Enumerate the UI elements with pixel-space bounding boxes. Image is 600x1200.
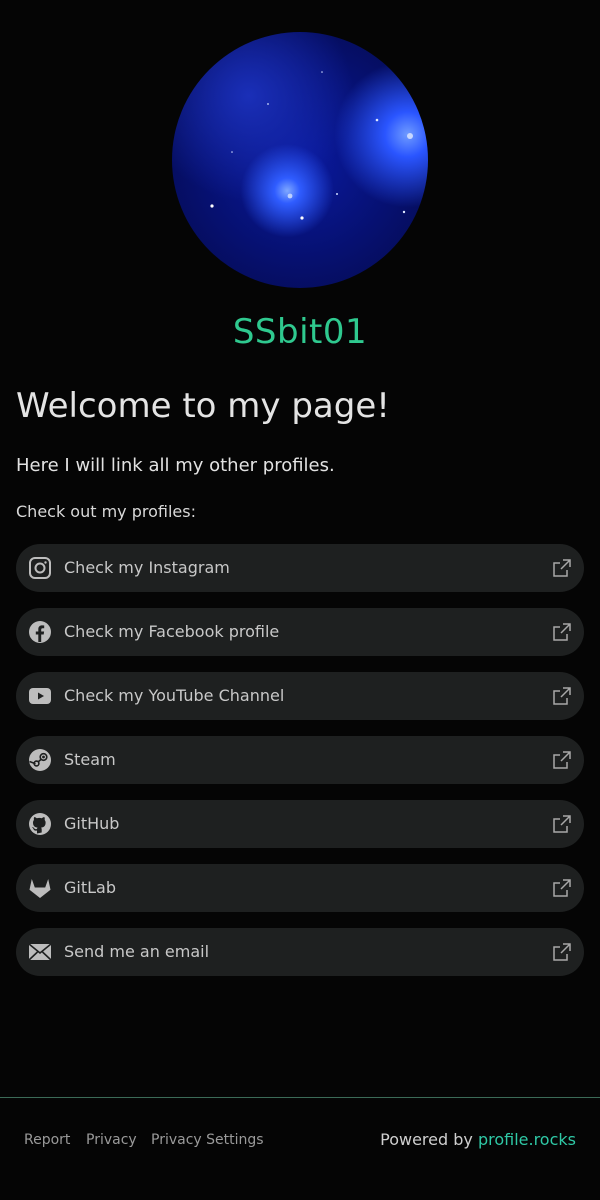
external-link-icon — [552, 878, 572, 898]
instagram-icon — [28, 556, 52, 580]
link-facebook[interactable]: Check my Facebook profile — [16, 608, 584, 656]
intro-text: Here I will link all my other profiles. — [16, 455, 335, 476]
external-link-icon — [552, 814, 572, 834]
link-steam[interactable]: Steam — [16, 736, 584, 784]
profile-username: SSbit01 — [232, 312, 368, 352]
steam-icon — [28, 748, 52, 772]
external-link-icon — [552, 942, 572, 962]
footer: Report Privacy Privacy Settings Powered … — [0, 1130, 600, 1154]
link-label: Check my Instagram — [64, 558, 230, 577]
profile-avatar — [172, 32, 428, 288]
gitlab-icon — [28, 876, 52, 900]
facebook-icon — [28, 620, 52, 644]
link-label: GitLab — [64, 878, 116, 897]
link-youtube[interactable]: Check my YouTube Channel — [16, 672, 584, 720]
external-link-icon — [552, 558, 572, 578]
links-heading: Check out my profiles: — [16, 502, 196, 521]
report-link[interactable]: Report — [24, 1132, 70, 1148]
link-label: Check my YouTube Channel — [64, 686, 285, 705]
link-github[interactable]: GitHub — [16, 800, 584, 848]
avatar-stars — [210, 71, 413, 220]
link-instagram[interactable]: Check my Instagram — [16, 544, 584, 592]
privacy-settings-link[interactable]: Privacy Settings — [151, 1132, 264, 1148]
link-label: Send me an email — [64, 942, 210, 961]
privacy-link[interactable]: Privacy — [86, 1132, 137, 1148]
external-link-icon — [552, 750, 572, 770]
github-icon — [28, 812, 52, 836]
brand-link[interactable]: profile.rocks — [478, 1130, 576, 1149]
email-icon — [28, 940, 52, 964]
powered-by: Powered by profile.rocks — [380, 1130, 576, 1149]
link-gitlab[interactable]: GitLab — [16, 864, 584, 912]
link-label: GitHub — [64, 814, 120, 833]
powered-by-text: Powered by — [380, 1130, 473, 1149]
link-label: Check my Facebook profile — [64, 622, 280, 641]
external-link-icon — [552, 686, 572, 706]
footer-divider — [0, 1097, 600, 1098]
youtube-icon — [28, 684, 52, 708]
link-email[interactable]: Send me an email — [16, 928, 584, 976]
profile-links-list: Check my Instagram Check my Facebook pro… — [16, 544, 584, 992]
external-link-icon — [552, 622, 572, 642]
link-label: Steam — [64, 750, 116, 769]
welcome-heading: Welcome to my page! — [16, 386, 390, 426]
